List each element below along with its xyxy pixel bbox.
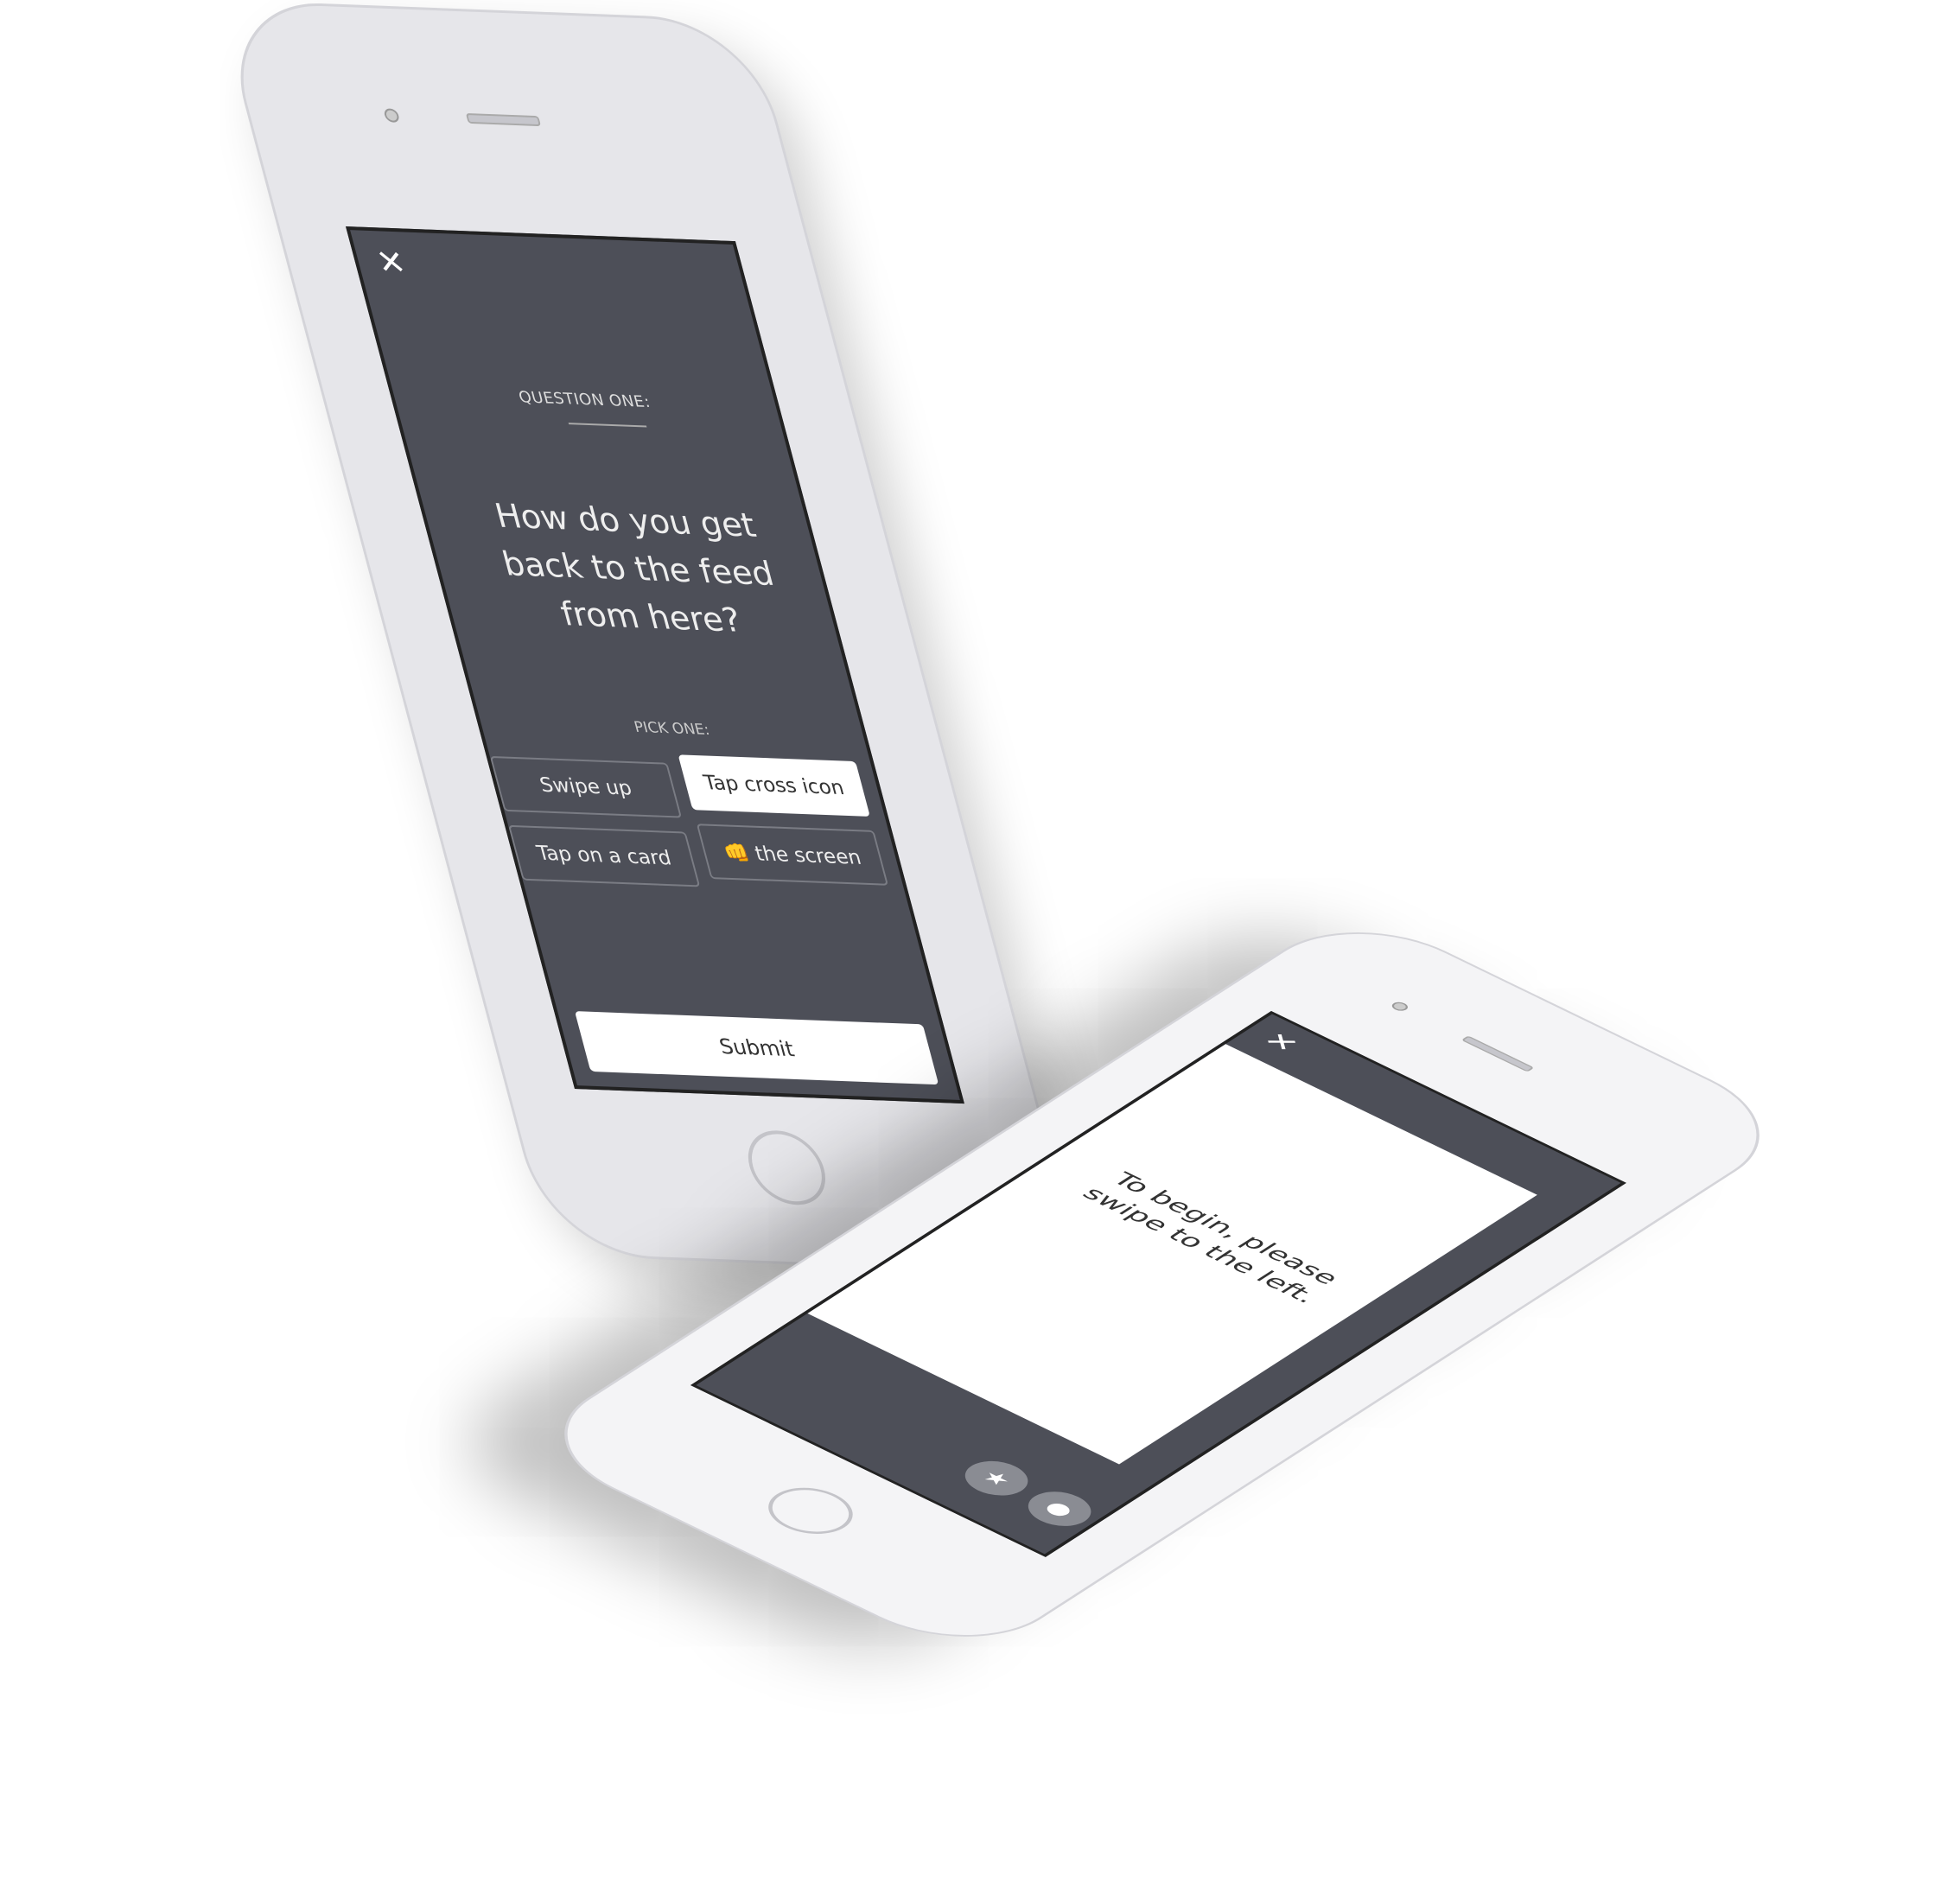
close-icon[interactable]: ✕ [1256,1027,1307,1056]
question-text: How do you get back to the feed from her… [490,496,779,639]
option-punch-screen[interactable]: 👊 the screen [696,824,889,886]
pick-label: PICK ONE: [632,718,712,740]
divider [568,423,647,428]
question-label: QUESTION ONE: [516,388,653,412]
option-tap-cross-icon[interactable]: Tap cross icon [678,754,870,817]
option-swipe-up[interactable]: Swipe up [489,755,683,818]
card-text: To begin, please swipe to the left. [1075,1168,1346,1307]
option-tap-on-card[interactable]: Tap on a card [507,824,701,887]
close-icon[interactable]: ✕ [372,243,411,282]
submit-button[interactable]: Submit [574,1011,939,1085]
star-icon[interactable]: ★ [952,1453,1040,1503]
chat-bubble-icon[interactable]: ● [1015,1485,1104,1534]
